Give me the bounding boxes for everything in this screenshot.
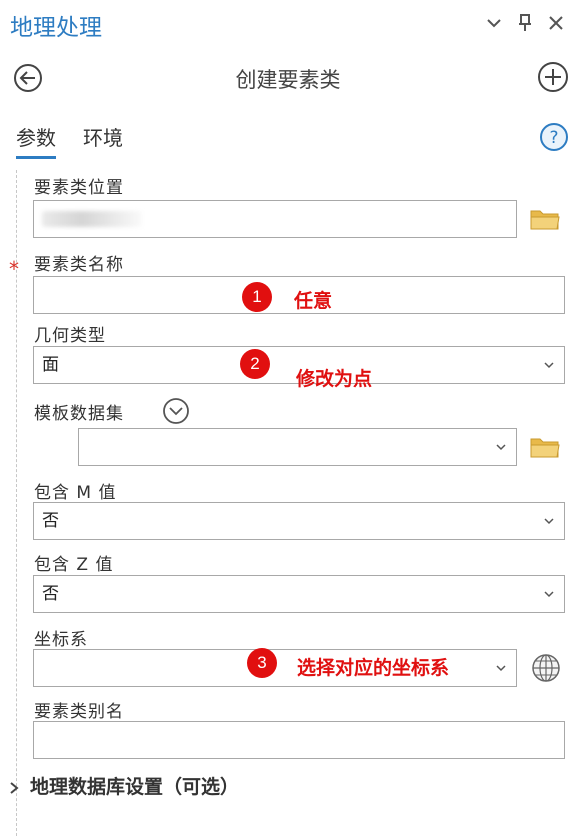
pin-icon	[519, 14, 531, 31]
help-icon: ?	[540, 123, 568, 151]
folder-icon	[530, 210, 560, 230]
has-z-select[interactable]: 否	[33, 575, 565, 613]
folder-icon	[530, 438, 560, 458]
add-button[interactable]	[537, 61, 569, 93]
has-m-label: 包含 M 值	[34, 483, 117, 503]
annotation-note-3: 选择对应的坐标系	[297, 657, 450, 679]
close-button[interactable]	[545, 12, 567, 34]
alias-label: 要素类别名	[34, 702, 124, 722]
spatial-ref-properties-button[interactable]	[531, 653, 561, 683]
annotation-note-1: 任意	[294, 290, 333, 312]
template-label: 模板数据集	[34, 404, 124, 424]
chevron-down-icon	[544, 518, 554, 525]
geometry-value: 面	[42, 355, 59, 375]
spatial-ref-label: 坐标系	[34, 630, 88, 650]
tool-title: 创建要素类	[235, 68, 341, 92]
name-label: 要素类名称	[34, 255, 124, 275]
expand-icon	[163, 398, 189, 424]
annotation-badge-3: 3	[247, 648, 277, 678]
required-marker: *	[9, 257, 19, 281]
annotation-badge-2: 2	[240, 349, 270, 379]
auto-hide-button[interactable]	[514, 12, 536, 34]
chevron-down-icon	[544, 591, 554, 598]
geodatabase-settings-section[interactable]: 地理数据库设置（可选）	[8, 772, 239, 799]
has-m-select[interactable]: 否	[33, 502, 565, 540]
has-z-value: 否	[42, 584, 59, 604]
location-field[interactable]	[33, 200, 517, 238]
chevron-down-icon	[496, 665, 506, 672]
chevron-down-icon	[496, 444, 506, 451]
has-z-label: 包含 Z 值	[34, 555, 114, 575]
expand-template-button[interactable]	[162, 397, 190, 425]
tab-parameters[interactable]: 参数	[16, 122, 56, 159]
annotation-note-2: 修改为点	[296, 368, 373, 390]
svg-text:?: ?	[549, 128, 558, 148]
blurred-path	[42, 211, 142, 227]
has-m-value: 否	[42, 511, 59, 531]
template-select[interactable]	[78, 428, 517, 466]
chevron-down-icon	[487, 19, 501, 28]
pane-options-button[interactable]	[483, 12, 505, 34]
pane-title: 地理处理	[10, 15, 102, 41]
add-icon	[538, 62, 568, 92]
annotation-badge-1: 1	[242, 282, 272, 312]
geometry-label: 几何类型	[34, 326, 106, 346]
alias-field[interactable]	[33, 721, 565, 759]
chevron-right-icon	[10, 781, 19, 794]
globe-icon	[532, 654, 560, 682]
location-label: 要素类位置	[34, 178, 124, 198]
chevron-down-icon	[544, 362, 554, 369]
browse-template-button[interactable]	[530, 435, 560, 463]
tab-environments[interactable]: 环境	[83, 122, 123, 151]
help-button[interactable]: ?	[539, 122, 569, 152]
geodatabase-settings-label: 地理数据库设置（可选）	[30, 776, 240, 798]
close-icon	[549, 16, 563, 30]
browse-location-button[interactable]	[530, 207, 560, 235]
